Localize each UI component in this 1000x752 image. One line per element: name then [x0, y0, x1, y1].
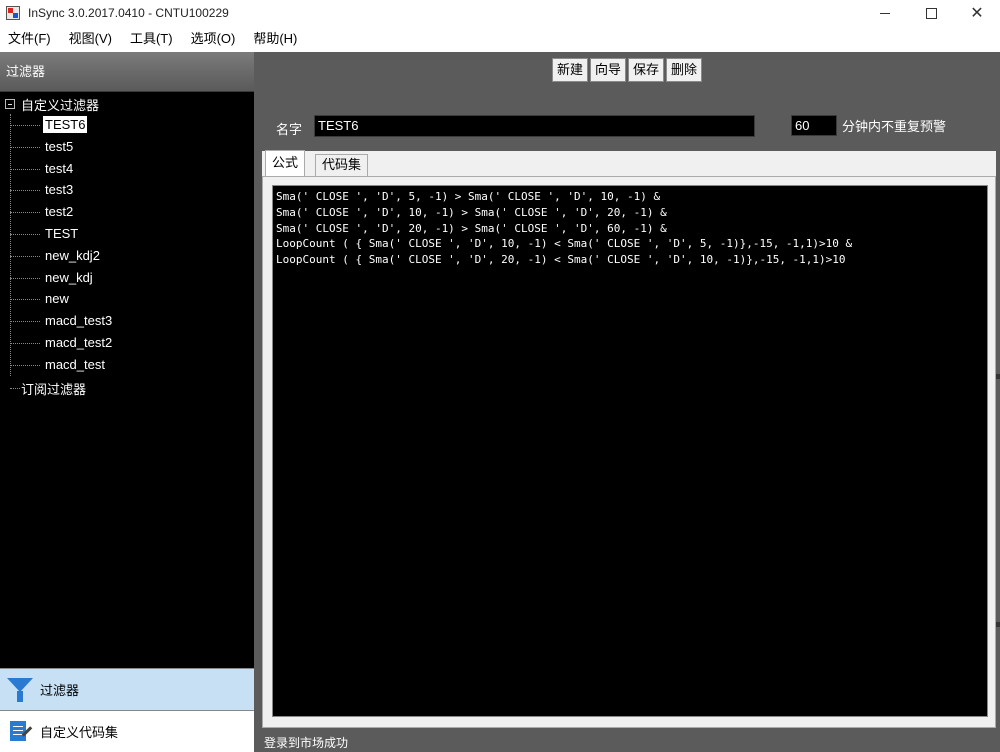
minutes-label: 分钟内不重复预警 — [842, 119, 947, 134]
tree-item-label[interactable]: macd_test2 — [43, 334, 114, 351]
tree-root-label[interactable]: 订阅过滤器 — [21, 379, 86, 398]
tree-root-subscribed-filters[interactable]: 订阅过滤器 — [0, 378, 254, 398]
tree-item[interactable]: new_kdj2 — [0, 245, 254, 267]
tree-root-label[interactable]: 自定义过滤器 — [21, 95, 99, 114]
resize-grip-mark — [996, 622, 1000, 627]
save-button[interactable]: 保存 — [628, 58, 665, 82]
minimize-button[interactable] — [862, 0, 908, 26]
tree-item-label[interactable]: TEST6 — [43, 116, 88, 133]
code-line: Sma(' CLOSE ', 'D', 5, -1) > Sma(' CLOSE… — [276, 190, 661, 203]
delete-button[interactable]: 删除 — [666, 58, 703, 82]
collapse-icon[interactable] — [5, 99, 15, 109]
menu-file[interactable]: 文件(F) — [0, 26, 61, 52]
tree-root-custom-filters[interactable]: 自定义过滤器 — [0, 94, 254, 114]
tree-item[interactable]: macd_test3 — [0, 310, 254, 332]
editor-frame: Sma(' CLOSE ', 'D', 5, -1) > Sma(' CLOSE… — [262, 176, 996, 728]
tree-item-label[interactable]: new_kdj — [43, 269, 95, 286]
tree-item[interactable]: test5 — [0, 136, 254, 158]
menu-help[interactable]: 帮助(H) — [245, 26, 307, 52]
code-line: LoopCount ( { Sma(' CLOSE ', 'D', 20, -1… — [276, 253, 846, 267]
menu-options[interactable]: 选项(O) — [183, 26, 246, 52]
window-title: InSync 3.0.2017.0410 - CNTU100229 — [28, 6, 229, 20]
title-bar: InSync 3.0.2017.0410 - CNTU100229 ✕ — [0, 0, 1000, 26]
name-field[interactable]: TEST6 — [314, 115, 755, 137]
tree-item-label[interactable]: test2 — [43, 203, 75, 220]
tree-item[interactable]: new_kdj — [0, 267, 254, 289]
sidebar: 过滤器 自定义过滤器 TEST6 test5 test4 test3 test2… — [0, 52, 254, 752]
minutes-field[interactable]: 60 — [791, 115, 837, 136]
wizard-button[interactable]: 向导 — [590, 58, 627, 82]
nav-filters-button[interactable]: 过滤器 — [0, 668, 254, 710]
tree-item-label[interactable]: new — [43, 290, 71, 307]
new-button[interactable]: 新建 — [552, 58, 589, 82]
filter-funnel-icon — [6, 676, 34, 704]
code-line: LoopCount ( { Sma(' CLOSE ', 'D', 10, -1… — [276, 237, 853, 251]
sidebar-header: 过滤器 — [0, 52, 254, 92]
tree-item[interactable]: test4 — [0, 158, 254, 180]
tree-item-label[interactable]: macd_test — [43, 356, 107, 373]
tree-item[interactable]: TEST6 — [0, 114, 254, 136]
nav-codesets-button[interactable]: 自定义代码集 — [0, 710, 254, 752]
tree-item-label[interactable]: new_kdj2 — [43, 247, 102, 264]
close-button[interactable]: ✕ — [954, 0, 1000, 26]
tab-formula[interactable]: 公式 — [265, 150, 306, 176]
nav-codesets-label: 自定义代码集 — [40, 725, 119, 740]
tree-item[interactable]: macd_test — [0, 354, 254, 376]
tree-item-label[interactable]: test5 — [43, 138, 75, 155]
maximize-button[interactable] — [908, 0, 954, 26]
menu-view[interactable]: 视图(V) — [61, 26, 122, 52]
edit-document-icon — [6, 718, 34, 746]
toolbar: 新建 向导 保存 删除 — [552, 58, 703, 82]
tree-item[interactable]: new — [0, 288, 254, 310]
sidebar-nav: 过滤器 自定义代码集 — [0, 668, 254, 752]
status-bar: 登录到市场成功 — [254, 734, 1000, 752]
tree-item[interactable]: test2 — [0, 201, 254, 223]
code-line: Sma(' CLOSE ', 'D', 20, -1) > Sma(' CLOS… — [276, 221, 667, 235]
name-label: 名字 — [276, 122, 303, 137]
resize-grip-mark — [996, 374, 1000, 379]
nav-filters-label: 过滤器 — [40, 683, 80, 698]
tree-item[interactable]: test3 — [0, 179, 254, 201]
tab-strip: 公式 代码集 — [262, 150, 996, 176]
app-icon — [6, 6, 20, 20]
code-line: Sma(' CLOSE ', 'D', 10, -1) > Sma(' CLOS… — [276, 205, 667, 219]
menu-tools[interactable]: 工具(T) — [122, 26, 183, 52]
filter-tree: 自定义过滤器 TEST6 test5 test4 test3 test2 TES… — [0, 94, 254, 397]
tree-item-label[interactable]: test4 — [43, 160, 75, 177]
tree-item-label[interactable]: test3 — [43, 181, 75, 198]
tree-item[interactable]: macd_test2 — [0, 332, 254, 354]
formula-editor[interactable]: Sma(' CLOSE ', 'D', 5, -1) > Sma(' CLOSE… — [272, 185, 988, 717]
main-panel: 新建 向导 保存 删除 名字 TEST6 60 分钟内不重复预警 公式 代码集 … — [254, 52, 1000, 752]
tab-codeset[interactable]: 代码集 — [315, 154, 369, 176]
tree-item-label[interactable]: macd_test3 — [43, 312, 114, 329]
menu-bar: 文件(F) 视图(V) 工具(T) 选项(O) 帮助(H) — [0, 26, 1000, 52]
tree-item[interactable]: TEST — [0, 223, 254, 245]
tree-item-label[interactable]: TEST — [43, 225, 80, 242]
window-controls: ✕ — [862, 0, 1000, 26]
